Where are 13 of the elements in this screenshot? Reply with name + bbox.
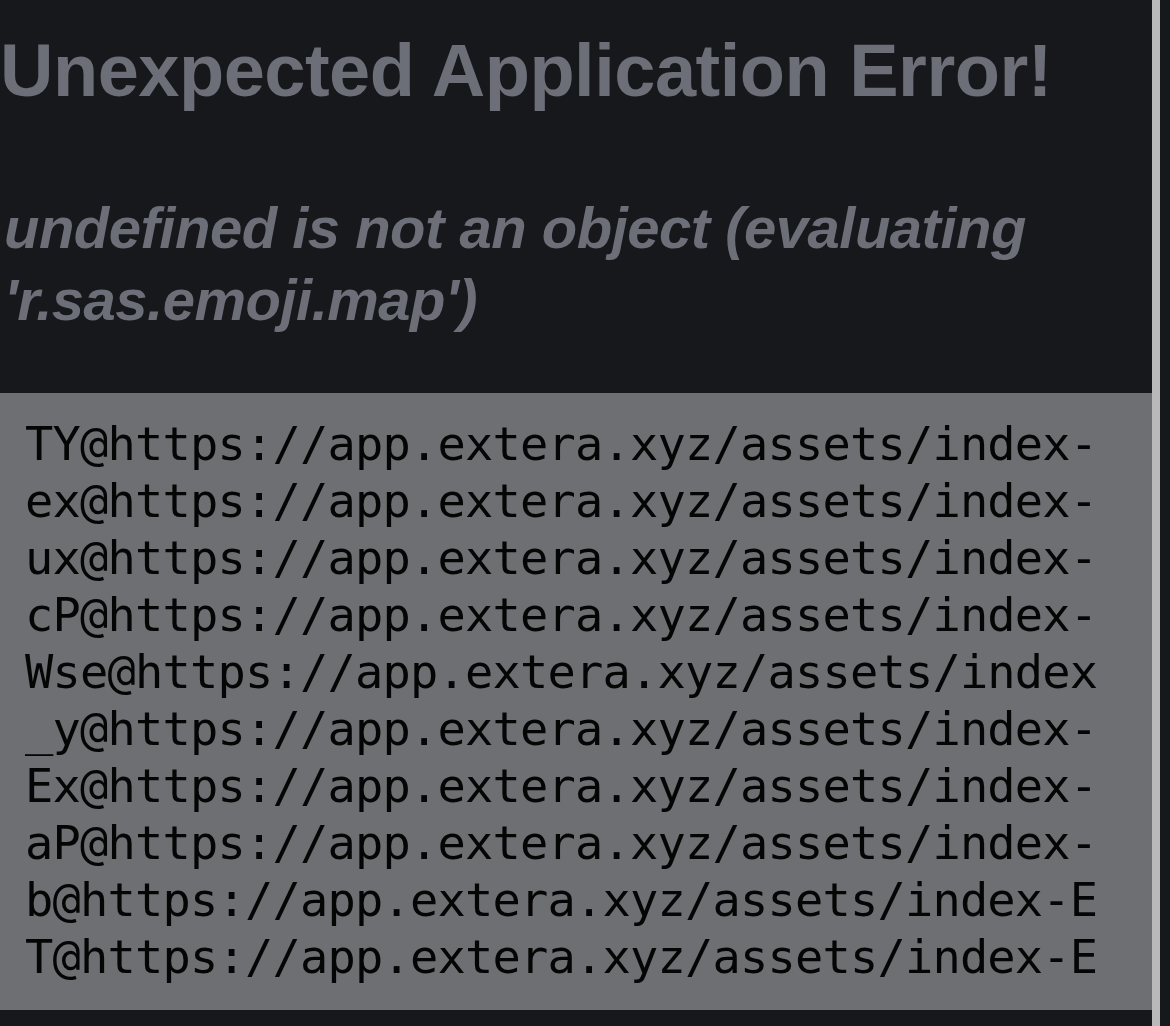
- stack-trace-line: b@https://app.extera.xyz/assets/index-E: [25, 871, 1099, 928]
- stack-trace-line: T@https://app.extera.xyz/assets/index-E: [25, 928, 1099, 985]
- scrollbar[interactable]: [1152, 0, 1160, 1026]
- stack-trace-line: ex@https://app.extera.xyz/assets/index-: [25, 472, 1099, 529]
- stack-trace-line: TY@https://app.extera.xyz/assets/index-: [25, 415, 1099, 472]
- stack-trace-line: Wse@https://app.extera.xyz/assets/index: [25, 643, 1099, 700]
- stack-trace-line: _y@https://app.extera.xyz/assets/index-: [25, 700, 1099, 757]
- error-message: undefined is not an object (evaluating 'r.sas.emoji.map'): [4, 194, 1027, 334]
- error-title: Unexpected Application Error!: [0, 28, 1053, 114]
- stack-trace-line: Ex@https://app.extera.xyz/assets/index-: [25, 757, 1099, 814]
- stack-trace-line: aP@https://app.extera.xyz/assets/index-: [25, 814, 1099, 871]
- stack-trace-line: cP@https://app.extera.xyz/assets/index-: [25, 586, 1099, 643]
- stack-trace-line: ux@https://app.extera.xyz/assets/index-: [25, 529, 1099, 586]
